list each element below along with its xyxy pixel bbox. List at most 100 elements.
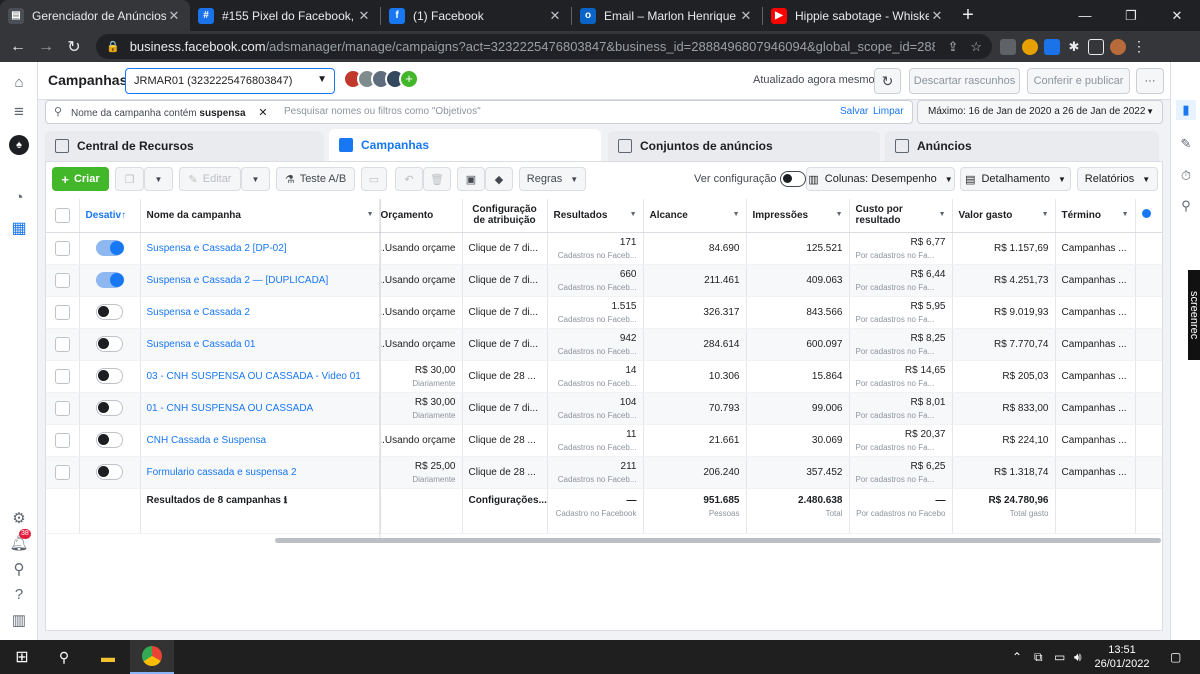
browser-tab[interactable]: # #155 Pixel do Facebook, IOS✕ bbox=[190, 0, 380, 31]
campaign-toggle[interactable] bbox=[96, 464, 123, 480]
help-icon[interactable]: ? bbox=[9, 584, 29, 604]
campaign-name-link[interactable]: Suspensa e Cassada 2 [DP-02] bbox=[147, 243, 287, 254]
row-checkbox[interactable] bbox=[54, 272, 70, 288]
browser-tab[interactable]: f (1) Facebook ✕ bbox=[381, 0, 571, 31]
campaign-toggle[interactable] bbox=[96, 304, 123, 320]
row-checkbox[interactable] bbox=[54, 432, 70, 448]
tab-campaigns[interactable]: Campanhas bbox=[329, 129, 601, 161]
column-header-name[interactable]: Nome da campanha ▼ bbox=[140, 199, 381, 233]
notifications-bell-icon[interactable]: 🔔︎ 38 bbox=[9, 529, 31, 553]
row-checkbox[interactable] bbox=[54, 336, 70, 352]
chrome-taskbar-icon[interactable] bbox=[130, 640, 174, 674]
column-header-reach[interactable]: Alcance ▼ bbox=[643, 199, 747, 233]
campaign-name-link[interactable]: Suspensa e Cassada 2 — [DUPLICADA] bbox=[147, 275, 329, 286]
search-placeholder[interactable]: Pesquisar nomes ou filtros como "Objetiv… bbox=[284, 106, 481, 117]
campaign-name-link[interactable]: Suspensa e Cassada 2 bbox=[147, 307, 250, 318]
table-row[interactable]: 03 - CNH SUSPENSA OU CASSADA - Video 01 R… bbox=[46, 360, 1162, 393]
maximize-icon[interactable]: ❐ bbox=[1108, 0, 1154, 31]
tray-chevron-up-icon[interactable]: ⌃ bbox=[1012, 650, 1022, 664]
campaigns-table-icon[interactable]: ▦ bbox=[9, 218, 29, 238]
column-header-budget[interactable]: Orçamento bbox=[380, 199, 463, 233]
tab-ads[interactable]: Anúncios bbox=[885, 131, 1159, 161]
browser-tab[interactable]: ▶ Hippie sabotage - Whiskey (✕ bbox=[763, 0, 953, 31]
gauge-icon[interactable]: ◔ bbox=[9, 187, 29, 207]
tab-ad-sets[interactable]: Conjuntos de anúncios bbox=[608, 131, 880, 161]
close-tab-icon[interactable]: ✕ bbox=[547, 8, 563, 24]
table-row[interactable]: CNH Cassada e Suspensa Usando orçame... Cl… bbox=[46, 424, 1162, 457]
column-header-cost-per-result[interactable]: Custo por resultado ▼ bbox=[849, 199, 953, 233]
column-header-amount-spent[interactable]: Valor gasto ▼ bbox=[952, 199, 1056, 233]
address-bar[interactable]: 🔒 business.facebook.com /adsmanager/mana… bbox=[96, 34, 992, 59]
reload-icon[interactable]: ↻ bbox=[60, 37, 88, 57]
row-checkbox[interactable] bbox=[54, 240, 70, 256]
campaign-name-link[interactable]: CNH Cassada e Suspensa bbox=[147, 435, 267, 446]
table-row[interactable]: 01 - CNH SUSPENSA OU CASSADA R$ 30,00 Diar… bbox=[46, 392, 1162, 425]
edit-button[interactable]: ✎ Editar bbox=[179, 167, 241, 191]
filter-chip[interactable]: Nome da campanha contém suspensa ✕ bbox=[71, 104, 268, 121]
home-icon[interactable]: ⌂ bbox=[9, 72, 29, 92]
minimize-icon[interactable]: — bbox=[1062, 0, 1108, 31]
create-button[interactable]: + Criar bbox=[52, 167, 109, 191]
network-icon[interactable]: ▭ bbox=[1054, 650, 1065, 664]
column-header-results[interactable]: Resultados ▼ bbox=[547, 199, 644, 233]
row-checkbox[interactable] bbox=[54, 400, 70, 416]
search-icon[interactable]: ⚲ bbox=[42, 640, 86, 674]
profile-avatar[interactable] bbox=[1110, 38, 1126, 55]
account-avatar-icon[interactable]: ♠ bbox=[9, 135, 29, 155]
campaign-name-link[interactable]: Formulario cassada e suspensa 2 bbox=[147, 467, 297, 478]
ab-test-button[interactable]: ⚗ Teste A/B bbox=[276, 167, 355, 191]
campaign-toggle[interactable] bbox=[96, 432, 123, 448]
duplicate-icon[interactable]: ❐ bbox=[115, 167, 144, 191]
back-icon[interactable]: ← bbox=[4, 38, 32, 56]
search-filter-box[interactable]: ⚲ Nome da campanha contém suspensa ✕ Pes… bbox=[45, 100, 913, 124]
close-tab-icon[interactable]: ✕ bbox=[738, 8, 754, 24]
date-range-picker[interactable]: Máximo: 16 de Jan de 2020 a 26 de Jan de… bbox=[917, 100, 1163, 124]
archive-icon[interactable]: ▭ bbox=[361, 167, 387, 191]
undo-icon[interactable]: ↶ bbox=[395, 167, 423, 191]
edit-pencil-icon[interactable]: ✎ bbox=[1176, 134, 1196, 154]
duplicate-dropdown-chevron-icon[interactable]: ▼ bbox=[144, 167, 173, 191]
clear-filter-link[interactable]: Limpar bbox=[873, 106, 904, 117]
reports-button[interactable]: Relatórios ▼ bbox=[1077, 167, 1158, 191]
row-checkbox[interactable] bbox=[54, 464, 70, 480]
browser-tab[interactable]: o Email – Marlon Henrique da ✕ bbox=[572, 0, 762, 31]
column-header-impressions[interactable]: Impressões ▼ bbox=[746, 199, 850, 233]
close-tab-icon[interactable]: ✕ bbox=[929, 8, 945, 24]
table-row[interactable]: Suspensa e Cassada 2 — [DUPLICADA] Usando… bbox=[46, 264, 1162, 297]
share-icon[interactable]: ⇪ bbox=[947, 39, 958, 55]
taskbar-clock[interactable]: 13:51 26/01/2022 bbox=[1094, 643, 1150, 671]
extension-icon[interactable] bbox=[1044, 38, 1060, 55]
bookmark-star-icon[interactable]: ☆ bbox=[970, 39, 982, 55]
review-publish-button[interactable]: Conferir e publicar bbox=[1027, 68, 1130, 94]
campaign-name-link[interactable]: Suspensa e Cassada 01 bbox=[147, 339, 256, 350]
extension-icon[interactable] bbox=[1000, 38, 1016, 55]
campaign-name-link[interactable]: 03 - CNH SUSPENSA OU CASSADA - Video 01 bbox=[147, 371, 361, 382]
info-icon[interactable]: ℹ bbox=[284, 495, 287, 505]
lock-icon[interactable]: 🔒 bbox=[106, 40, 120, 53]
ad-account-select[interactable]: JRMAR01 (3232225476803847) ▼ bbox=[125, 68, 335, 94]
settings-icon[interactable]: ⚙ bbox=[9, 508, 29, 528]
close-tab-icon[interactable]: ✕ bbox=[166, 8, 182, 24]
close-tab-icon[interactable]: ✕ bbox=[356, 8, 372, 24]
campaign-toggle[interactable] bbox=[96, 272, 124, 288]
extension-icon[interactable] bbox=[1022, 38, 1038, 55]
horizontal-scrollbar[interactable] bbox=[275, 538, 1161, 543]
preview-icon[interactable]: ▣ bbox=[457, 167, 485, 191]
column-header-attribution[interactable]: Configuração de atribuição bbox=[462, 199, 548, 233]
windows-start-icon[interactable]: ⊞ bbox=[0, 640, 44, 674]
row-checkbox[interactable] bbox=[54, 304, 70, 320]
menu-icon[interactable]: ≡ bbox=[9, 102, 29, 122]
zoom-icon[interactable]: ⚲ bbox=[1176, 196, 1196, 216]
search-icon[interactable]: ⚲ bbox=[9, 559, 29, 579]
tab-resource-center[interactable]: Central de Recursos bbox=[45, 131, 324, 161]
add-collaborator-icon[interactable]: + bbox=[399, 69, 419, 89]
close-window-icon[interactable]: ✕ bbox=[1154, 0, 1200, 31]
view-setup-toggle[interactable] bbox=[780, 171, 806, 187]
add-column-icon[interactable] bbox=[1141, 209, 1151, 219]
chart-icon[interactable]: ▮ bbox=[1176, 100, 1196, 120]
select-all-checkbox[interactable] bbox=[54, 207, 70, 223]
delete-icon[interactable]: 🗑︎ bbox=[423, 167, 451, 191]
column-header-toggle[interactable]: Desativ↑ bbox=[79, 199, 141, 233]
campaign-toggle[interactable] bbox=[96, 336, 123, 352]
report-icon[interactable]: ▥ bbox=[9, 610, 29, 630]
